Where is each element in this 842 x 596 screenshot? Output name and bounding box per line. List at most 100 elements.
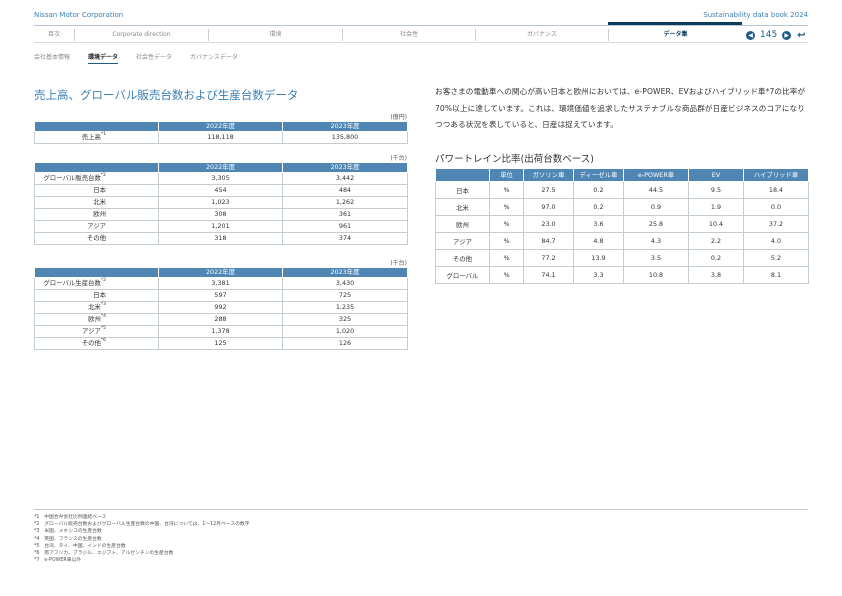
- pager: ◀ 145 ▶ ↩: [746, 29, 806, 41]
- footnote: *1 中国合弁会社比例連結ベース: [34, 515, 107, 520]
- cell: 725: [282, 289, 408, 302]
- cell: 126: [282, 337, 408, 350]
- cell: 961: [282, 220, 408, 233]
- row-label: アジア: [87, 222, 106, 230]
- sales-table: 2022年度 2023年度 売上高*1 118,118 135,800: [34, 121, 408, 144]
- sales-unit: (億円): [390, 114, 407, 121]
- subnav-company-info[interactable]: 会社基本情報: [34, 52, 70, 64]
- row-label: グローバル生産台数: [43, 279, 101, 287]
- cell: 597: [158, 289, 283, 302]
- cell: 484: [282, 184, 408, 197]
- production-unit: (千台): [390, 260, 407, 267]
- row-label: 売上高: [81, 133, 101, 141]
- powertrain-title: パワートレイン比率(出荷台数ベース): [435, 154, 594, 165]
- ev-ratio-paragraph: お客さまの電動車への関心が高い日本と欧州においては、e-POWER、EVおよびハ…: [435, 87, 806, 129]
- table-row: その他 318 374: [34, 232, 408, 245]
- tab-contents[interactable]: 目次: [34, 29, 74, 41]
- col-header: ディーゼル車: [573, 168, 624, 182]
- col-header: 2023年度: [282, 162, 408, 173]
- footnote-ref: *2: [100, 173, 106, 178]
- cell: 325: [282, 313, 408, 326]
- row-label: グローバル販売台数: [43, 174, 101, 182]
- cell: 308: [158, 208, 283, 221]
- footnote-ref: *6: [100, 338, 106, 343]
- col-header: ガソリン車: [523, 168, 574, 182]
- cell: 3,381: [158, 277, 283, 290]
- cell: 374: [282, 232, 408, 245]
- footnote-ref: *1: [100, 132, 106, 137]
- tab-social[interactable]: 社会性: [342, 29, 475, 41]
- subnav-environment-data[interactable]: 環境データ: [88, 52, 119, 64]
- tab-governance[interactable]: ガバナンス: [475, 29, 608, 41]
- cell: 1,020: [282, 325, 408, 338]
- cell: 1,235: [282, 301, 408, 314]
- row-label: その他: [86, 234, 106, 242]
- global-sales-unit: (千台): [390, 155, 407, 162]
- col-header: 2023年度: [282, 121, 408, 132]
- table-row: アジア*5 1,378 1,020: [34, 325, 408, 338]
- tab-data[interactable]: データ集: [608, 29, 742, 41]
- table-row: 日本 597 725: [34, 289, 408, 302]
- row-label: アジア: [81, 327, 101, 335]
- row-label: その他: [81, 339, 101, 347]
- page-number: 145: [760, 30, 778, 40]
- powertrain-table: 単位 ガソリン車 ディーゼル車 e-POWER車 EV ハイブリッド車 日本% 2…: [435, 168, 809, 284]
- footnote-ref: *3: [100, 302, 106, 307]
- prev-page-icon[interactable]: ◀: [746, 30, 755, 40]
- production-block: (千台) 2022年度 2023年度 グローバル生産台数*2 3,381 3,430 …: [34, 258, 408, 350]
- table-row: その他% 77.2 13.9 3.5 0.2 5.2: [435, 249, 809, 267]
- cell: 288: [158, 313, 283, 326]
- cell: 3,305: [158, 172, 283, 185]
- cell: 1,023: [158, 196, 283, 209]
- book-title: Sustainability data book 2024: [703, 11, 808, 19]
- footnote: *2 グローバル販売台数およびグローバル生産台数の中国、台湾については、1～12…: [34, 522, 250, 528]
- cell: 135,800: [282, 131, 408, 144]
- cell: 361: [282, 208, 408, 221]
- row-label: 北米: [88, 303, 101, 311]
- table-row: 北米*3 992 1,235: [34, 301, 408, 314]
- col-header: 2023年度: [282, 267, 408, 278]
- cell: 1,201: [158, 220, 283, 233]
- main-tabs: 目次 Corporate direction 環境 社会性 ガバナンス データ集: [34, 29, 742, 41]
- table-row: 欧州*4 288 325: [34, 313, 408, 326]
- cell: 3,430: [282, 277, 408, 290]
- row-label: 日本: [93, 186, 106, 194]
- table-row: グローバル販売台数*2 3,305 3,442: [34, 172, 408, 185]
- next-page-icon[interactable]: ▶: [782, 30, 792, 40]
- table-row: 日本 454 484: [34, 184, 408, 197]
- footnote: *3 米国、メキシコの生産台数: [34, 529, 102, 535]
- header-row: 単位 ガソリン車 ディーゼル車 e-POWER車 EV ハイブリッド車: [435, 168, 809, 182]
- table-row: 日本% 27.5 0.2 44.5 9.5 18.4: [435, 181, 809, 199]
- subnav-social-data[interactable]: 社会性データ: [136, 52, 172, 64]
- table-row: グローバル生産台数*2 3,381 3,430: [34, 277, 408, 290]
- back-arrow-icon[interactable]: ↩: [797, 30, 805, 41]
- footnote: *5 台湾、タイ、中国、インドの生産台数: [34, 543, 126, 549]
- footnote: *4 英国、フランスの生産台数: [34, 536, 102, 542]
- sales-block: (億円) 2022年度 2023年度 売上高*1 118,118 135,800: [34, 112, 408, 144]
- table-row: 北米% 97.0 0.2 0.9 1.9 0.0: [435, 198, 809, 216]
- cell: 118,118: [158, 131, 283, 144]
- footnote-divider: [34, 509, 808, 510]
- tab-environment[interactable]: 環境: [208, 29, 342, 41]
- table-row: 北米 1,023 1,262: [34, 196, 408, 209]
- footnote: *7 e-POWER車以外: [34, 558, 82, 564]
- table-row: 欧州% 23.0 3.6 25.8 10.4 37.2: [435, 215, 809, 233]
- cell: 125: [158, 337, 283, 350]
- global-sales-block: (千台) 2022年度 2023年度 グローバル販売台数*2 3,305 3,442 …: [34, 153, 408, 245]
- col-header: ハイブリッド車: [743, 168, 809, 182]
- subnav-governance-data[interactable]: ガバナンスデータ: [190, 52, 238, 64]
- table-row: その他*6 125 126: [34, 337, 408, 350]
- tab-corporate-direction[interactable]: Corporate direction: [74, 29, 208, 41]
- table-row: 欧州 308 361: [34, 208, 408, 221]
- row-label: 北米: [93, 198, 106, 206]
- cell: 3,442: [282, 172, 408, 185]
- cell: 1,378: [158, 325, 283, 338]
- row-label: 欧州: [93, 210, 106, 218]
- tabs-divider: [34, 42, 808, 43]
- header-divider: [34, 25, 808, 26]
- table-row: 売上高*1 118,118 135,800: [34, 131, 408, 144]
- sub-navigation: 会社基本情報 環境データ 社会性データ ガバナンスデータ: [34, 52, 238, 64]
- cell: 454: [158, 184, 283, 197]
- company-name: Nissan Motor Corporation: [34, 11, 124, 19]
- table-row: アジア% 84.7 4.8 4.3 2.2 4.0: [435, 232, 809, 250]
